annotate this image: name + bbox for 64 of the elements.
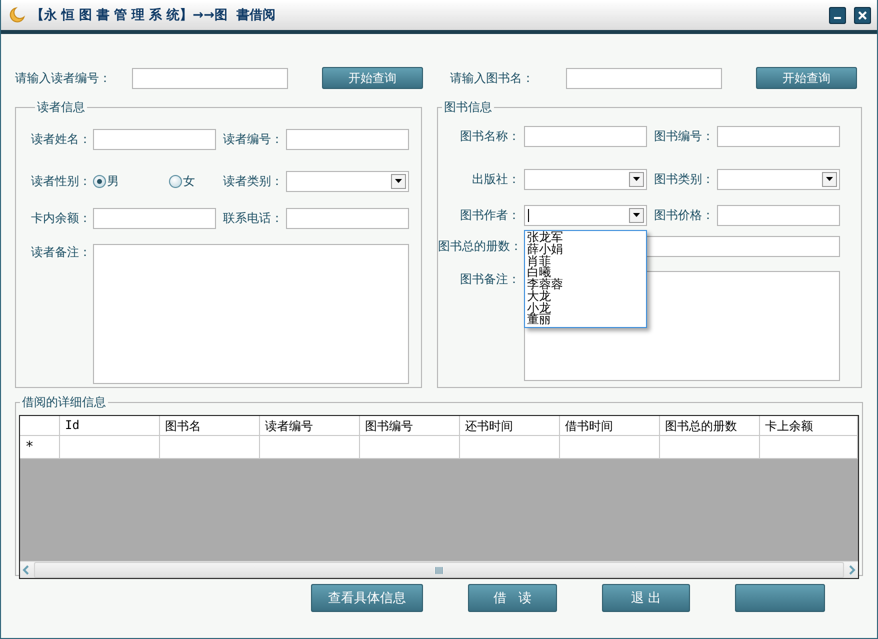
radio-button[interactable]	[93, 174, 106, 188]
action-button[interactable]	[735, 584, 825, 612]
dropdown-option[interactable]: 李蓉蓉	[527, 279, 644, 291]
input-field[interactable]	[93, 128, 216, 150]
search-button[interactable]: 开始查询	[322, 67, 423, 89]
moon-icon	[9, 7, 25, 23]
horizontal-scrollbar[interactable]	[20, 561, 858, 578]
panel-title: 图书信息	[443, 99, 493, 116]
dropdown-option[interactable]: 白曦	[527, 267, 644, 279]
caret-down-icon	[633, 213, 640, 217]
input-field[interactable]	[717, 204, 840, 226]
dropdown[interactable]	[524, 204, 647, 226]
panel-title: 借阅的详细信息	[21, 394, 107, 411]
input-field[interactable]	[524, 126, 647, 146]
input-field[interactable]	[132, 68, 288, 88]
action-button[interactable]: 借 读	[468, 584, 557, 612]
close-icon	[858, 10, 867, 20]
field-label: 请输入读者编号：	[15, 70, 112, 86]
field-label: 出版社：	[471, 170, 521, 188]
action-button[interactable]: 查看具体信息	[311, 584, 423, 612]
input-field[interactable]	[566, 68, 722, 88]
field-label: 图书作者：	[459, 206, 521, 224]
radio-button[interactable]	[169, 174, 182, 188]
caret-down-icon	[633, 177, 640, 181]
notes-field[interactable]	[93, 244, 409, 384]
field-label: 图书编号：	[654, 128, 715, 144]
radio-label: 女	[183, 172, 195, 190]
dropdown-option[interactable]: 肖菲	[527, 256, 644, 268]
field-label: 图书名称：	[459, 128, 521, 144]
input-field[interactable]	[93, 208, 216, 228]
dropdown[interactable]	[717, 168, 840, 190]
field-label: 读者备注：	[31, 244, 92, 261]
search-button[interactable]: 开始查询	[756, 67, 857, 89]
field-label: 图书总的册数：	[438, 238, 523, 254]
field-label: 卡内余额：	[31, 210, 92, 226]
field-label: 读者性别：	[31, 172, 92, 190]
panel-title: 读者信息	[36, 99, 86, 116]
action-button[interactable]: 退 出	[602, 584, 690, 612]
field-label: 图书类别：	[654, 170, 715, 188]
minimize-icon	[834, 17, 841, 19]
field-label: 读者姓名：	[31, 130, 92, 148]
field-label: 图书备注：	[459, 271, 521, 288]
dropdown-option[interactable]: 小龙	[527, 302, 644, 314]
dropdown-option[interactable]: 张龙军	[527, 232, 644, 244]
dropdown-option[interactable]: 大龙	[527, 290, 644, 302]
field-label: 图书价格：	[654, 206, 715, 224]
grip-icon	[435, 566, 443, 574]
caret-down-icon	[395, 179, 402, 183]
minimize-button[interactable]	[829, 6, 846, 24]
input-field[interactable]	[286, 128, 409, 150]
field-label: 联系电话：	[223, 210, 284, 226]
input-field[interactable]	[717, 126, 840, 146]
input-field[interactable]	[286, 208, 409, 228]
dropdown-option[interactable]: 董丽	[527, 314, 644, 326]
dropdown[interactable]	[524, 168, 647, 190]
field-label: 请输入图书名：	[450, 70, 535, 86]
dropdown[interactable]	[286, 170, 409, 192]
field-label: 读者类别：	[223, 172, 284, 190]
close-button[interactable]	[854, 6, 871, 24]
field-label: 读者编号：	[223, 130, 284, 148]
window-title: 【永 恒 图 書 管 理 系 统】→→图 書借阅	[31, 6, 277, 24]
dropdown-option[interactable]: 薛小娟	[527, 244, 644, 256]
radio-label: 男	[107, 172, 119, 190]
caret-down-icon	[826, 177, 833, 181]
